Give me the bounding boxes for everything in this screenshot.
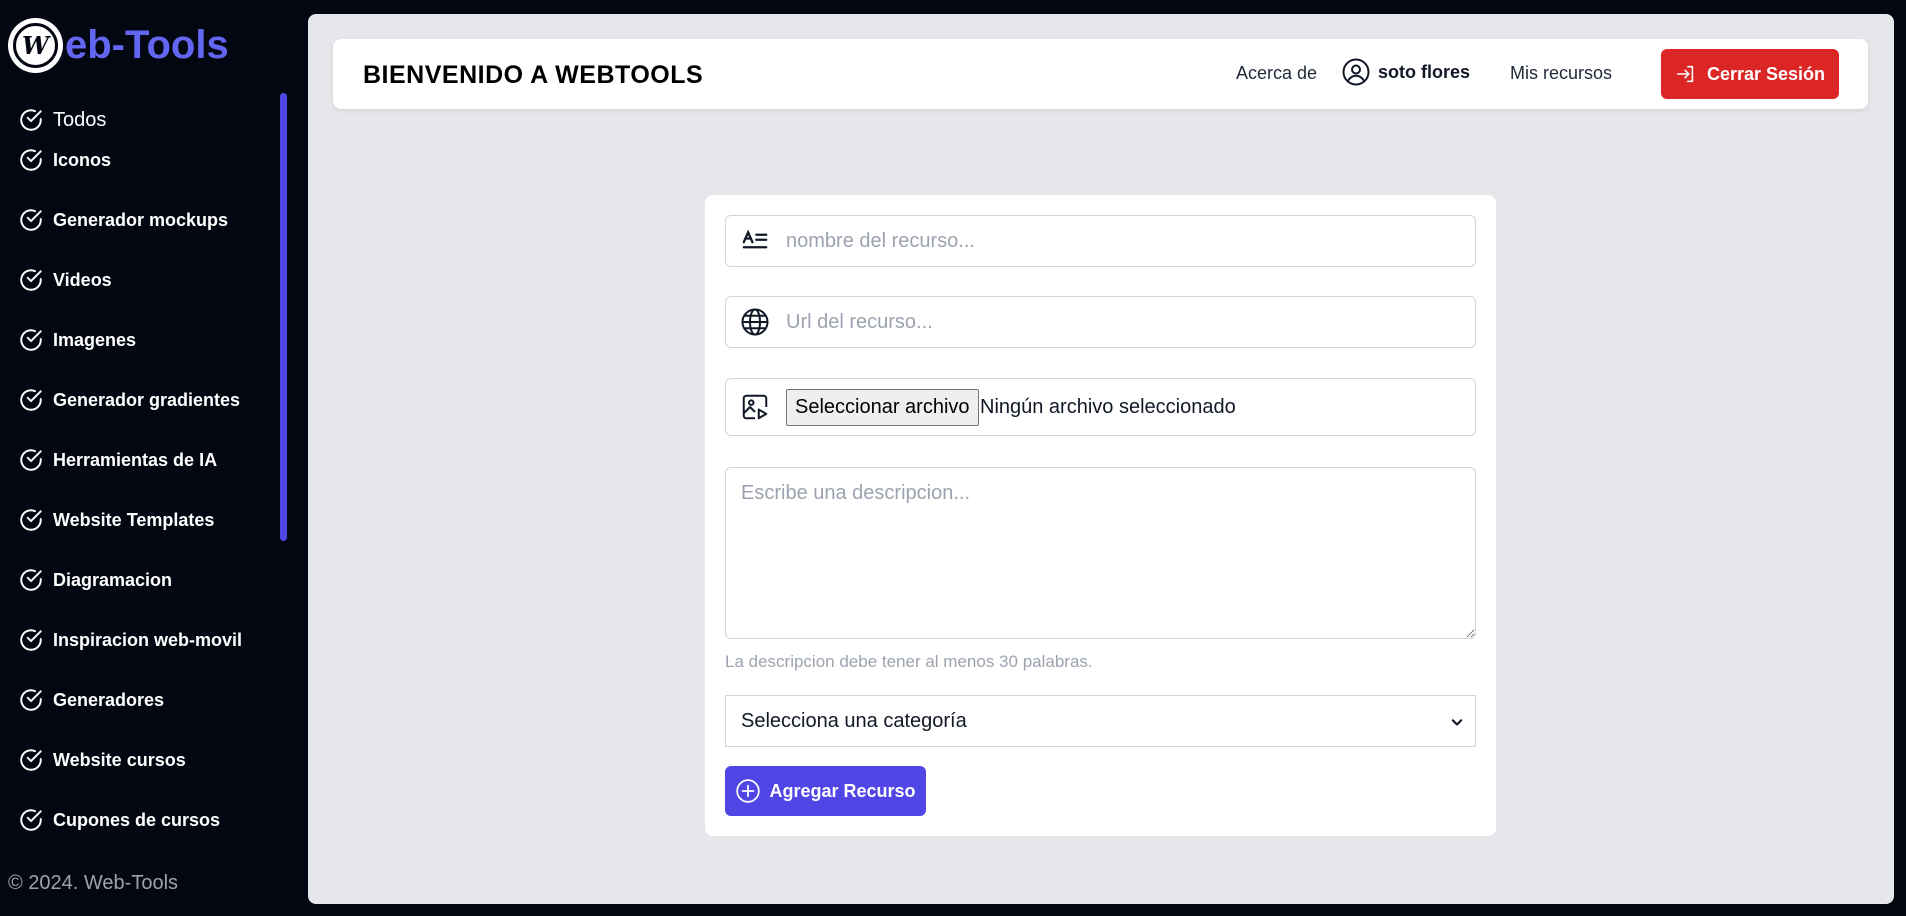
check-circle-icon — [20, 629, 42, 651]
sidebar-scrollbar[interactable] — [280, 93, 287, 541]
about-link[interactable]: Acerca de — [1236, 63, 1317, 84]
category-select-value: Selecciona una categoría — [741, 710, 967, 732]
sidebar-item-iconos[interactable]: Iconos — [18, 140, 111, 180]
sidebar-item-label: Inspiracion web-movil — [53, 629, 243, 650]
check-circle-icon — [20, 449, 42, 471]
logout-label: Cerrar Sesión — [1706, 63, 1826, 84]
add-resource-button[interactable]: Agregar Recurso — [725, 766, 926, 816]
sidebar-item-generador-mockups[interactable]: Generador mockups — [18, 200, 228, 240]
resource-name-input[interactable] — [786, 216, 1465, 266]
sidebar-item-label: Generador gradientes — [53, 389, 241, 410]
resource-file-field: Seleccionar archivo Ningún archivo selec… — [725, 378, 1476, 436]
sidebar-item-label: Generadores — [53, 689, 165, 710]
sidebar-item-inspiracion-web-movil[interactable]: Inspiracion web-movil — [18, 620, 242, 660]
sidebar-item-todos[interactable]: Todos — [18, 100, 106, 140]
user-menu[interactable]: soto flores — [1341, 57, 1470, 87]
check-circle-icon — [20, 689, 42, 711]
file-status: Ningún archivo seleccionado — [980, 396, 1236, 418]
check-circle-icon — [20, 509, 42, 531]
sidebar-item-generador-gradientes[interactable]: Generador gradientes — [18, 380, 240, 420]
sidebar: W eb-Tools Todos Iconos Generador mockups V… — [0, 0, 305, 916]
sidebar-item-label: Iconos — [53, 149, 112, 170]
resource-name-field[interactable] — [725, 215, 1476, 267]
app-root: W eb-Tools Todos Iconos Generador mockups V… — [0, 0, 1906, 916]
sidebar-item-diagramacion[interactable]: Diagramacion — [18, 560, 172, 600]
top-header: BIENVENIDO A WEBTOOLS Acerca de soto flo… — [333, 39, 1868, 109]
check-circle-icon — [20, 809, 42, 831]
sidebar-item-cupones-de-cursos[interactable]: Cupones de cursos — [18, 800, 220, 840]
copyright: © 2024. Web-Tools — [8, 872, 179, 894]
check-circle-icon — [20, 329, 42, 351]
description-textarea[interactable] — [725, 467, 1476, 639]
sidebar-item-label: Website Templates — [53, 509, 215, 530]
sidebar-item-label: Website cursos — [53, 749, 186, 770]
sidebar-item-imagenes[interactable]: Imagenes — [18, 320, 136, 360]
sidebar-item-label: Generador mockups — [53, 209, 229, 230]
sidebar-item-label: Videos — [53, 269, 112, 290]
sidebar-item-label: Imagenes — [53, 329, 137, 350]
resource-url-input[interactable] — [786, 297, 1465, 347]
category-select[interactable]: Selecciona una categoría — [725, 695, 1476, 747]
logout-button[interactable]: Cerrar Sesión — [1661, 49, 1839, 99]
check-circle-icon — [20, 749, 42, 771]
check-circle-icon — [20, 389, 42, 411]
brand[interactable]: W eb-Tools — [8, 18, 229, 73]
text-format-icon — [742, 229, 768, 249]
image-video-icon — [742, 394, 768, 420]
sidebar-item-generadores[interactable]: Generadores — [18, 680, 164, 720]
user-circle-icon — [1342, 58, 1370, 86]
logout-icon — [1676, 65, 1694, 83]
resource-url-field[interactable] — [725, 296, 1476, 348]
sidebar-item-label: Diagramacion — [53, 569, 173, 590]
brand-logo: W — [8, 18, 63, 73]
sidebar-item-label: Todos — [53, 108, 107, 131]
chevron-down-icon — [1451, 719, 1463, 726]
user-name: soto flores — [1378, 61, 1471, 82]
sidebar-item-herramientas-de-ia[interactable]: Herramientas de IA — [18, 440, 217, 480]
main-content: BIENVENIDO A WEBTOOLS Acerca de soto flo… — [308, 14, 1894, 904]
choose-file-button[interactable]: Seleccionar archivo — [786, 389, 979, 426]
sidebar-item-videos[interactable]: Videos — [18, 260, 112, 300]
plus-circle-icon — [736, 779, 761, 803]
check-circle-icon — [20, 569, 42, 591]
brand-name: eb-Tools — [65, 23, 229, 67]
description-hint: La descripcion debe tener al menos 30 pa… — [725, 652, 1093, 671]
page-title: BIENVENIDO A WEBTOOLS — [363, 61, 704, 89]
globe-icon — [741, 308, 769, 336]
check-circle-icon — [20, 209, 42, 231]
check-circle-icon — [20, 149, 42, 171]
sidebar-item-website-templates[interactable]: Website Templates — [18, 500, 214, 540]
brand-logo-letter: W — [13, 23, 58, 68]
sidebar-item-label: Cupones de cursos — [53, 809, 221, 830]
sidebar-nav: Todos Iconos Generador mockups Videos Imagen… — [18, 100, 278, 845]
my-resources-link[interactable]: Mis recursos — [1510, 63, 1612, 84]
add-resource-label: Agregar Recurso — [769, 780, 916, 801]
sidebar-item-label: Herramientas de IA — [53, 449, 218, 470]
add-resource-form: Seleccionar archivo Ningún archivo selec… — [705, 195, 1496, 836]
check-circle-icon — [20, 109, 42, 131]
sidebar-item-website-cursos[interactable]: Website cursos — [18, 740, 186, 780]
check-circle-icon — [20, 269, 42, 291]
